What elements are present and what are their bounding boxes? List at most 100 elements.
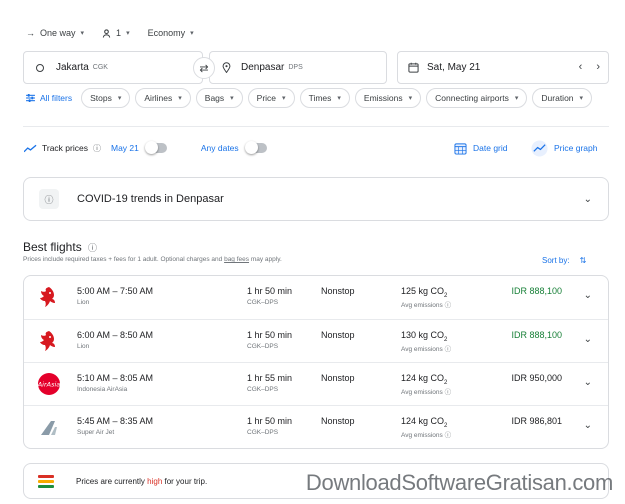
flight-price: IDR 888,100 xyxy=(511,286,562,296)
filter-chip-emissions[interactable]: Emissions ▾ xyxy=(354,88,422,108)
avg-emissions-label: Avg emissions xyxy=(401,302,443,309)
price-level: high xyxy=(147,476,163,486)
covid-title: COVID-19 trends in Denpasar xyxy=(77,193,224,205)
sort-icon: ⇅ xyxy=(579,256,587,265)
cabin-select[interactable]: Economy ▾ xyxy=(148,28,194,38)
chip-label: Stops xyxy=(90,93,112,103)
caret-down-icon: ▾ xyxy=(126,30,130,37)
all-filters-label: All filters xyxy=(40,93,73,103)
co2-value: 125 kg CO xyxy=(401,286,445,296)
passengers-select[interactable]: 1 ▾ xyxy=(102,28,130,38)
flight-price: IDR 986,801 xyxy=(511,416,562,426)
date-nav: ‹ › xyxy=(579,61,600,73)
caret-down-icon: ▾ xyxy=(408,95,413,102)
origin-code: CGK xyxy=(92,64,108,71)
info-icon[interactable]: ⓘ xyxy=(445,432,452,439)
lion-air-logo xyxy=(40,287,55,307)
flight-row[interactable]: AirAsia 5:10 AM – 8:05 AM Indonesia AirA… xyxy=(24,362,608,405)
flight-row[interactable]: 5:45 AM – 8:35 AM Super Air Jet 1 hr 50 … xyxy=(24,405,608,448)
co2-emissions: 125 kg CO2 xyxy=(401,286,448,299)
flight-times: 5:45 AM – 8:35 AM xyxy=(77,416,154,426)
any-dates-label: Any dates xyxy=(200,143,239,153)
avg-emissions-label: Avg emissions xyxy=(401,346,443,353)
date-grid-icon xyxy=(454,142,467,155)
watermark: DownloadSoftwareGratisan.com xyxy=(305,470,613,495)
destination-field[interactable]: Denpasar DPS xyxy=(209,51,387,84)
chevron-right-icon[interactable]: › xyxy=(596,61,600,73)
flight-price: IDR 950,000 xyxy=(511,373,562,383)
airline-name: Lion xyxy=(77,299,90,306)
flight-price: IDR 888,100 xyxy=(511,330,562,340)
price-level-icon xyxy=(38,474,54,488)
chevron-down-icon[interactable]: ⌄ xyxy=(584,420,592,431)
avg-emissions: Avg emissions ⓘ xyxy=(401,386,451,396)
flights-list: 5:00 AM – 7:50 AM Lion 1 hr 50 min CGK–D… xyxy=(23,275,609,449)
chevron-down-icon: ⌄ xyxy=(583,193,592,205)
caret-down-icon: ▾ xyxy=(282,95,286,102)
filter-chip-stops[interactable]: Stops ▾ xyxy=(81,88,131,108)
filter-chip-bags[interactable]: Bags ▾ xyxy=(195,88,243,108)
info-icon[interactable]: ⓘ xyxy=(93,143,101,154)
avg-emissions: Avg emissions ⓘ xyxy=(401,429,451,439)
flight-route: CGK–DPS xyxy=(247,386,279,393)
chevron-left-icon[interactable]: ‹ xyxy=(579,61,583,73)
airline-name: Super Air Jet xyxy=(77,429,115,436)
filter-sliders-icon xyxy=(26,94,35,102)
insight-pre: Prices are currently xyxy=(76,476,148,486)
date-grid-label: Date grid xyxy=(473,143,508,153)
info-icon[interactable]: ⓘ xyxy=(445,389,452,396)
origin-field[interactable]: Jakarta CGK xyxy=(23,51,203,84)
flight-route: CGK–DPS xyxy=(247,343,279,350)
flight-times: 5:10 AM – 8:05 AM xyxy=(77,373,154,383)
trip-type-select[interactable]: → One way ▾ xyxy=(26,28,84,38)
best-flights-title: Best flights xyxy=(23,240,82,254)
filter-chip-airlines[interactable]: Airlines ▾ xyxy=(135,88,191,108)
chip-label: Times xyxy=(308,93,332,103)
filter-chip-price[interactable]: Price ▾ xyxy=(247,88,295,108)
chevron-down-icon[interactable]: ⌄ xyxy=(584,377,592,388)
insight-post: for your trip. xyxy=(162,476,208,486)
date-grid-button[interactable]: Date grid xyxy=(454,142,508,155)
sort-control[interactable]: Sort by: ⇅ xyxy=(542,256,586,265)
filter-chip-times[interactable]: Times ▾ xyxy=(299,88,350,108)
chip-label: Airlines xyxy=(144,93,173,103)
filter-chip-duration[interactable]: Duration ▾ xyxy=(532,88,593,108)
all-filters-button[interactable]: All filters xyxy=(26,93,72,103)
co2-emissions: 124 kg CO2 xyxy=(401,416,448,429)
trend-icon xyxy=(24,144,37,152)
flight-duration: 1 hr 50 min xyxy=(247,330,293,340)
bag-fees-link[interactable]: bag fees xyxy=(224,256,249,263)
destination-city: Denpasar xyxy=(241,62,285,73)
best-flights-heading: Best flights ⓘ xyxy=(23,240,97,254)
track-date: May 21 xyxy=(110,143,139,153)
info-icon[interactable]: ⓘ xyxy=(445,346,452,353)
chevron-down-icon[interactable]: ⌄ xyxy=(584,290,592,301)
sort-label: Sort by: xyxy=(542,256,570,265)
departure-date-field[interactable]: Sat, May 21 ‹ › xyxy=(397,51,609,84)
note-text: may apply. xyxy=(249,256,282,263)
flight-row[interactable]: 6:00 AM – 8:50 AM Lion 1 hr 50 min CGK–D… xyxy=(24,319,608,362)
flight-stops: Nonstop xyxy=(321,373,355,383)
arrow-right-icon: → xyxy=(26,28,35,38)
info-icon[interactable]: ⓘ xyxy=(88,243,97,253)
caret-down-icon: ▾ xyxy=(190,30,194,37)
caret-down-icon: ▾ xyxy=(80,30,85,37)
track-prices-label: Track prices xyxy=(42,143,88,153)
track-date-toggle[interactable] xyxy=(144,141,167,154)
price-graph-label: Price graph xyxy=(554,143,598,153)
price-graph-button[interactable]: Price graph xyxy=(531,139,598,157)
flight-times: 6:00 AM – 8:50 AM xyxy=(77,330,154,340)
passengers-count: 1 xyxy=(116,28,122,38)
info-icon[interactable]: ⓘ xyxy=(445,302,452,309)
filter-chip-connecting-airports[interactable]: Connecting airports ▾ xyxy=(426,88,528,108)
departure-date: Sat, May 21 xyxy=(427,62,481,73)
chip-label: Duration xyxy=(541,93,574,103)
covid-trends-card[interactable]: ⓘ COVID-19 trends in Denpasar ⌄ xyxy=(23,177,609,221)
avg-emissions-label: Avg emissions xyxy=(401,389,443,396)
any-dates-toggle[interactable] xyxy=(244,141,267,154)
chevron-down-icon[interactable]: ⌄ xyxy=(584,334,592,345)
flight-stops: Nonstop xyxy=(321,286,355,296)
flight-row[interactable]: 5:00 AM – 7:50 AM Lion 1 hr 50 min CGK–D… xyxy=(24,276,608,319)
calendar-icon xyxy=(408,62,419,73)
swap-button[interactable]: ⇄ xyxy=(193,57,215,79)
